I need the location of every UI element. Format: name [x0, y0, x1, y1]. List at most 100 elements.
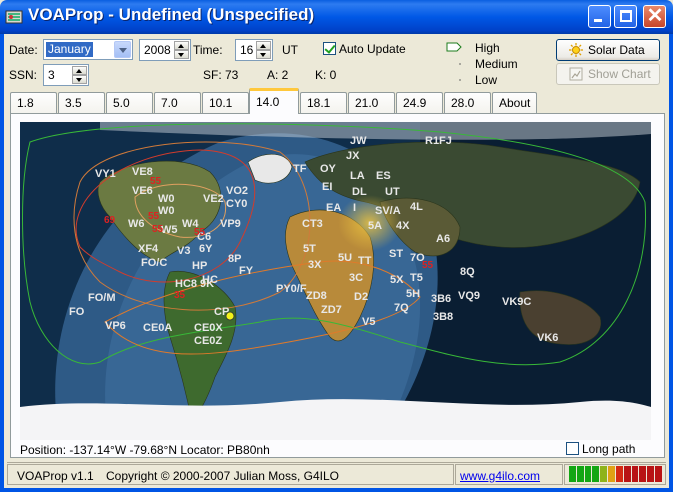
month-value: January [46, 42, 93, 57]
callsign-oy: OY [320, 163, 337, 175]
meter-segment [569, 466, 576, 482]
world-map[interactable]: JW R1FJVY1 VE8 OX TF OYJXVE6VE2VO2CY0EILA ESUT… [20, 122, 651, 440]
slider-thumb-icon[interactable] [446, 42, 462, 86]
callsign-ce0x: CE0X [194, 322, 223, 334]
meter-segment [615, 466, 623, 482]
tab-24-9[interactable]: 24.9 [396, 92, 443, 113]
meter-segment [592, 466, 600, 482]
callsign-st: ST [389, 248, 403, 260]
time-value: 16 [240, 43, 254, 57]
time-up-arrow-icon[interactable] [256, 41, 271, 50]
tab-28-0[interactable]: 28.0 [444, 92, 491, 113]
callsign-vp9: VP9 [220, 218, 241, 230]
position-readout: Position: -137.14°W -79.68°N Locator: PB… [20, 443, 270, 457]
contour-label: 55 [194, 227, 206, 238]
time-stepper[interactable]: 16 [235, 39, 273, 61]
ssn-value: 3 [48, 68, 55, 82]
tab-18-1[interactable]: 18.1 [300, 92, 347, 113]
callsign-fo: FO [69, 306, 85, 318]
meter-segment [608, 466, 615, 482]
ssn-up-arrow-icon[interactable] [72, 66, 87, 75]
callsign-dl: DL [352, 186, 367, 198]
year-stepper[interactable]: 2008 [139, 39, 191, 61]
year-down-arrow-icon[interactable] [174, 50, 189, 59]
solar-data-label: Solar Data [588, 43, 645, 57]
callsign-ea: EA [326, 202, 341, 214]
tab-1-8[interactable]: 1.8 [10, 92, 57, 113]
month-select[interactable]: January [43, 39, 133, 60]
callsign-fo-m: FO/M [88, 292, 116, 304]
solar-data-button[interactable]: Solar Data [556, 39, 660, 61]
propagation-map[interactable]: JW R1FJ VY1 VE8 OX TF OY JX VE6 VE2 VO2 CY0 EI LA ES UT… [20, 122, 651, 440]
callsign-3x: 3X [308, 259, 322, 271]
contour-label: 55 [152, 224, 164, 235]
callsign-4x: 4X [396, 220, 410, 232]
sf-value: SF: 73 [203, 68, 239, 82]
callsign-ei: EI [322, 181, 332, 193]
auto-update-label[interactable]: Auto Update [339, 42, 406, 56]
callsign-py0-f: PY0/F [276, 283, 307, 295]
tab-3-5[interactable]: 3.5 [58, 92, 105, 113]
contour-label: 55 [150, 176, 162, 187]
callsign-3b8: 3B8 [433, 311, 453, 323]
callsign-jw: JW [350, 135, 367, 147]
show-chart-label: Show Chart [588, 67, 651, 81]
tab-21-0[interactable]: 21.0 [348, 92, 395, 113]
chart-icon [569, 67, 583, 81]
app-icon[interactable] [5, 8, 23, 26]
callsign-w0: W0 [158, 205, 175, 217]
callsign-8q: 8Q [460, 266, 475, 278]
callsign-i: I [353, 202, 356, 214]
window-frame-bottom [0, 488, 673, 492]
level-low-label: Low [475, 73, 498, 87]
auto-update-checkbox[interactable] [323, 42, 336, 55]
callsign-jx: JX [346, 150, 360, 162]
maximize-button[interactable] [614, 5, 637, 28]
tab-about[interactable]: About [492, 92, 537, 113]
tab-14-0[interactable]: 14.0 [249, 88, 299, 114]
meter-segment [631, 466, 639, 482]
callsign-vp6: VP6 [105, 320, 126, 332]
year-value: 2008 [144, 43, 171, 57]
close-button[interactable]: ✕ [643, 5, 666, 28]
level-slider[interactable] [446, 42, 462, 86]
callsign-7q: 7Q [394, 302, 409, 314]
tab-7-0[interactable]: 7.0 [154, 92, 201, 113]
title-bar[interactable]: VOAProp - Undefined (Unspecified) ✕ [0, 0, 673, 34]
tab-5-0[interactable]: 5.0 [106, 92, 153, 113]
time-label: Time: [193, 43, 223, 57]
chevron-down-icon[interactable] [114, 41, 131, 58]
callsign-v5: V5 [362, 316, 375, 328]
callsign-vy1: VY1 [95, 168, 116, 180]
callsign-d2: D2 [354, 291, 368, 303]
callsign-5h: 5H [406, 288, 420, 300]
maximize-icon [620, 10, 632, 22]
year-up-arrow-icon[interactable] [174, 41, 189, 50]
callsign-tf: TF [293, 163, 307, 175]
contour-label: 35 [174, 290, 186, 301]
contour-label: 55 [148, 211, 160, 222]
time-down-arrow-icon[interactable] [256, 50, 271, 59]
ssn-down-arrow-icon[interactable] [72, 75, 87, 84]
level-high-label: High [475, 41, 500, 55]
tab-10-1[interactable]: 10.1 [202, 92, 249, 113]
sun-icon [569, 43, 583, 57]
callsign-5a: 5A [368, 220, 382, 232]
signal-meter [569, 466, 662, 482]
minimize-icon [594, 19, 602, 22]
callsign-cy0: CY0 [226, 198, 247, 210]
ssn-stepper[interactable]: 3 [43, 64, 89, 86]
callsign-hp: HP [192, 260, 207, 272]
show-chart-button[interactable]: Show Chart [556, 63, 660, 85]
callsign-hc8: HC8 [175, 278, 197, 290]
minimize-button[interactable] [588, 5, 611, 28]
callsign-t5: T5 [410, 272, 423, 284]
k-index-value: K: 0 [315, 68, 337, 82]
long-path-checkbox[interactable] [566, 442, 579, 455]
callsign-sv-a: SV/A [375, 205, 401, 217]
meter-segment [600, 466, 608, 482]
website-link[interactable]: www.g4ilo.com [460, 469, 540, 483]
meter-segment [623, 466, 631, 482]
callsign-3c: 3C [349, 272, 363, 284]
long-path-label[interactable]: Long path [582, 442, 635, 456]
